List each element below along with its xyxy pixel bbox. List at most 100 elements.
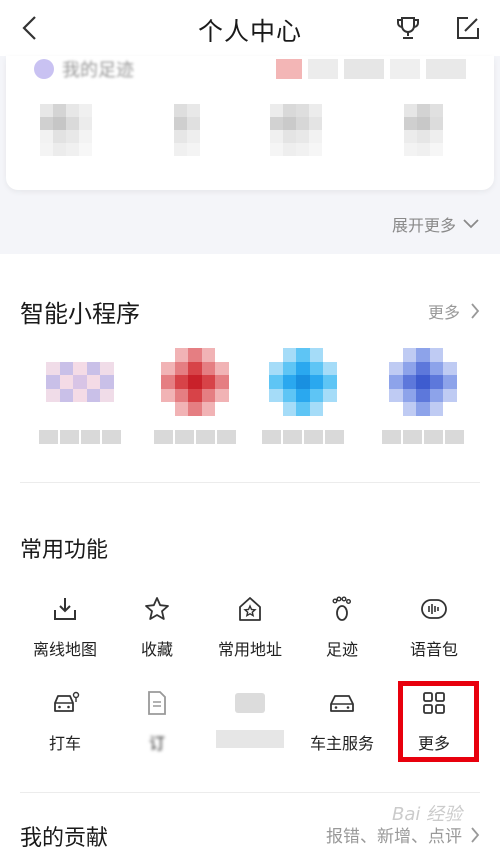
- mosaic-cell: [269, 402, 283, 416]
- mosaic-cell: [309, 375, 324, 389]
- mosaic-cell: [416, 348, 430, 362]
- mosaic-cell: [443, 348, 457, 362]
- common-address-button[interactable]: 常用地址: [200, 594, 300, 674]
- chevron-down-icon: [463, 219, 479, 229]
- mosaic-cell: [282, 348, 297, 362]
- mosaic-cell: [73, 375, 87, 389]
- blurred-function-button[interactable]: [200, 688, 300, 768]
- mosaic-cell: [60, 402, 74, 416]
- mosaic-cell: [309, 402, 324, 416]
- taxi-icon: [50, 688, 80, 718]
- mosaic-cell: [201, 402, 216, 416]
- mosaic-cell: [389, 348, 403, 362]
- footprint-stat: [40, 104, 92, 156]
- mini-program-icon: [161, 348, 229, 416]
- mosaic-cell: [215, 388, 229, 403]
- mini-program-label-blurred: [382, 430, 464, 444]
- function-label: 订: [148, 734, 165, 753]
- mosaic-cell: [59, 388, 74, 403]
- mosaic-cell: [296, 348, 310, 362]
- footprint-stat: [270, 104, 322, 156]
- mini-program-item[interactable]: [378, 348, 468, 458]
- taxi-button[interactable]: 打车: [15, 688, 115, 768]
- mosaic-cell: [46, 375, 60, 389]
- mosaic-cell: [201, 361, 216, 376]
- mosaic-cell: [416, 402, 430, 416]
- mosaic-cell: [188, 388, 202, 403]
- mosaic-cell: [296, 375, 310, 389]
- mosaic-cell: [161, 348, 175, 362]
- mosaic-cell: [389, 388, 403, 403]
- mosaic-cell: [296, 402, 310, 416]
- mosaic-cell: [323, 361, 337, 376]
- voice-pack-icon: [419, 594, 449, 624]
- mosaic-cell: [46, 402, 60, 416]
- mosaic-cell: [269, 375, 283, 389]
- mini-program-label-blurred: [262, 430, 344, 444]
- order-icon: [142, 688, 172, 718]
- mini-program-item[interactable]: [258, 348, 348, 458]
- function-label: 足迹: [325, 640, 358, 659]
- mosaic-cell: [188, 375, 202, 389]
- mosaic-cell: [429, 361, 444, 376]
- mosaic-cell: [100, 375, 114, 389]
- mosaic-cell: [282, 388, 297, 403]
- mosaic-cell: [161, 361, 175, 376]
- mosaic-cell: [323, 375, 337, 389]
- highlight-box: [398, 681, 479, 762]
- mini-program-label-blurred: [154, 430, 236, 444]
- footprint-title: 我的足迹: [62, 60, 134, 81]
- mosaic-cell: [402, 402, 417, 416]
- mosaic-cell: [215, 361, 229, 376]
- mosaic-cell: [161, 375, 175, 389]
- mosaic-cell: [296, 388, 310, 403]
- mini-program-item[interactable]: [150, 348, 240, 458]
- divider: [20, 792, 480, 793]
- mosaic-cell: [309, 348, 324, 362]
- function-label: 打车: [48, 734, 81, 753]
- footprint-stat: [174, 104, 200, 156]
- trophy-icon[interactable]: [390, 10, 426, 46]
- expand-more-label: 展开更多: [391, 216, 456, 235]
- mosaic-cell: [443, 375, 457, 389]
- mosaic-cell: [46, 361, 60, 376]
- mosaic-cell: [46, 348, 60, 362]
- footprint-stat: [404, 104, 443, 156]
- mosaic-cell: [174, 375, 189, 389]
- mosaic-cell: [174, 348, 189, 362]
- function-label-blurred: [216, 730, 284, 748]
- expand-more-button[interactable]: 展开更多: [392, 212, 480, 236]
- edit-icon[interactable]: [450, 10, 486, 46]
- footprint-button[interactable]: 足迹: [292, 594, 392, 674]
- mosaic-cell: [282, 402, 297, 416]
- mosaic-cell: [100, 402, 114, 416]
- mosaic-cell: [402, 361, 417, 376]
- mosaic-cell: [443, 402, 457, 416]
- voice-pack-button[interactable]: 语音包: [384, 594, 484, 674]
- mosaic-cell: [389, 361, 403, 376]
- function-label: 离线地图: [32, 640, 97, 659]
- function-label: 常用地址: [217, 640, 282, 659]
- offline-map-button[interactable]: 离线地图: [15, 594, 115, 674]
- mini-program-item[interactable]: [35, 348, 125, 458]
- functions-title: 常用功能: [20, 538, 109, 563]
- mosaic-cell: [174, 388, 189, 403]
- mosaic-cell: [429, 388, 444, 403]
- order-button[interactable]: 订: [107, 688, 207, 768]
- favorites-button[interactable]: 收藏: [107, 594, 207, 674]
- mosaic-cell: [215, 402, 229, 416]
- mosaic-cell: [59, 361, 74, 376]
- mini-programs-more-button[interactable]: 更多: [428, 299, 480, 323]
- mosaic-cell: [73, 388, 87, 403]
- mosaic-cell: [174, 361, 189, 376]
- chevron-right-icon: [471, 826, 480, 843]
- function-label: 收藏: [140, 640, 173, 659]
- mosaic-cell: [100, 361, 114, 376]
- mosaic-cell: [402, 348, 417, 362]
- mosaic-cell: [282, 375, 297, 389]
- footprint-card[interactable]: 我的足迹: [6, 56, 494, 190]
- mosaic-cell: [269, 348, 283, 362]
- mosaic-cell: [188, 402, 202, 416]
- car-owner-service-button[interactable]: 车主服务: [292, 688, 392, 768]
- chevron-right-icon: [471, 303, 480, 319]
